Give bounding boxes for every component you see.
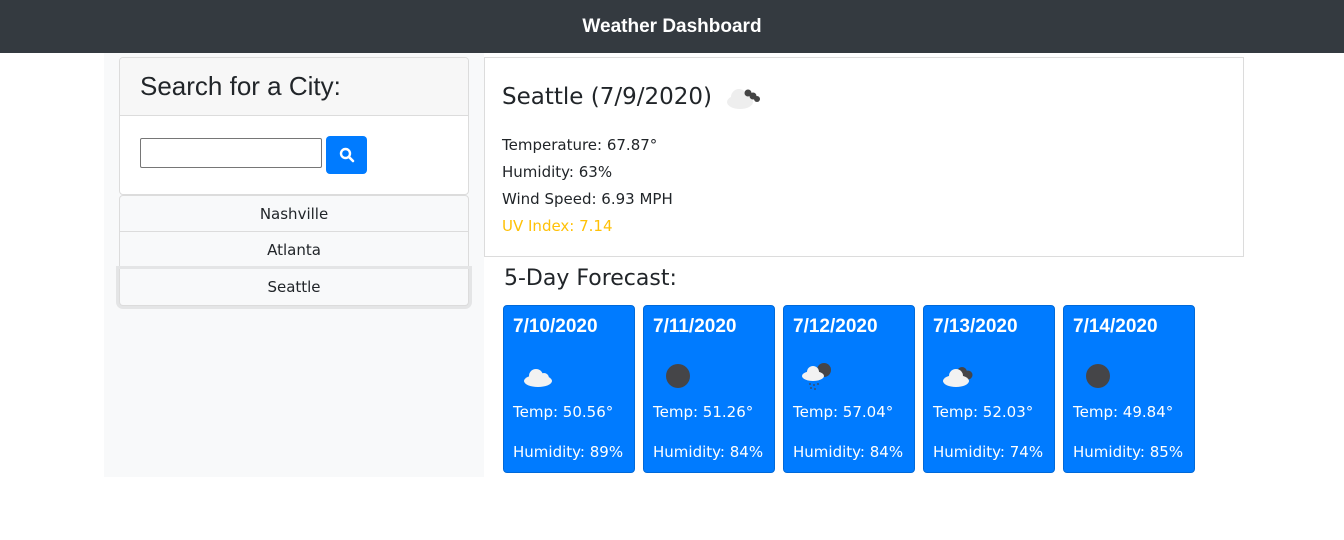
forecast-date: 7/12/2020 xyxy=(793,316,878,337)
few-clouds-icon xyxy=(524,369,552,387)
current-stats: Temperature: 67.87° Humidity: 63% Wind S… xyxy=(502,132,673,240)
forecast-humidity: Humidity: 89% xyxy=(513,443,624,461)
forecast-card: 7/14/2020 Temp: 49.84° Humidity: 85% xyxy=(1063,305,1195,473)
forecast-date: 7/10/2020 xyxy=(513,316,598,337)
search-body xyxy=(120,116,468,194)
history-item-nashville[interactable]: Nashville xyxy=(119,195,469,232)
sidebar: Search for a City: Nashville Atlanta Sea… xyxy=(104,53,484,477)
current-weather-card: Seattle (7/9/2020) Temperature: 67.87° H… xyxy=(484,57,1244,257)
clear-night-icon xyxy=(1086,364,1110,388)
broken-clouds-icon xyxy=(943,367,973,387)
search-history-list: Nashville Atlanta Seattle xyxy=(119,195,469,306)
forecast-temp: Temp: 50.56° xyxy=(513,403,614,421)
current-uv-index: UV Index: 7.14 xyxy=(502,217,613,235)
history-item-label: Atlanta xyxy=(267,241,321,259)
forecast-humidity: Humidity: 85% xyxy=(1073,443,1184,461)
current-wind-speed: Wind Speed: 6.93 MPH xyxy=(502,190,673,208)
forecast-humidity: Humidity: 84% xyxy=(793,443,904,461)
rain-night-icon xyxy=(802,363,831,390)
current-temperature: Temperature: 67.87° xyxy=(502,136,658,154)
search-icon xyxy=(339,147,354,163)
history-item-label: Nashville xyxy=(259,204,329,223)
search-card: Search for a City: xyxy=(119,57,469,195)
forecast-card: 7/13/2020 Temp: 52.03° Humidity: 74% xyxy=(923,305,1055,473)
forecast-title: 5-Day Forecast: xyxy=(504,266,677,291)
forecast-temp: Temp: 51.26° xyxy=(653,403,754,421)
forecast-card: 7/11/2020 Temp: 51.26° Humidity: 84% xyxy=(643,305,775,473)
navbar: Weather Dashboard xyxy=(0,0,1344,53)
forecast-row: 7/10/2020 Temp: 50.56° Humidity: 89% 7/1… xyxy=(503,305,1195,473)
app-title: Weather Dashboard xyxy=(582,15,762,37)
forecast-card: 7/10/2020 Temp: 50.56° Humidity: 89% xyxy=(503,305,635,473)
history-item-seattle[interactable]: Seattle xyxy=(119,269,469,306)
history-item-atlanta[interactable]: Atlanta xyxy=(119,232,469,269)
forecast-temp: Temp: 49.84° xyxy=(1073,403,1174,421)
forecast-temp: Temp: 52.03° xyxy=(933,403,1034,421)
forecast-date: 7/11/2020 xyxy=(653,316,737,337)
forecast-card: 7/12/2020 Temp: 57.04° Humidity: 84% xyxy=(783,305,915,473)
current-city-title: Seattle (7/9/2020) xyxy=(502,84,712,110)
search-title: Search for a City: xyxy=(140,71,341,101)
history-item-label: Seattle xyxy=(267,278,321,296)
current-title-row: Seattle (7/9/2020) xyxy=(502,82,764,112)
forecast-temp: Temp: 57.04° xyxy=(793,403,894,421)
city-search-input[interactable] xyxy=(140,138,322,168)
search-card-header: Search for a City: xyxy=(120,58,468,116)
forecast-humidity: Humidity: 74% xyxy=(933,443,1044,461)
forecast-humidity: Humidity: 84% xyxy=(653,443,764,461)
forecast-date: 7/13/2020 xyxy=(933,316,1018,337)
broken-clouds-icon xyxy=(726,89,760,109)
search-button[interactable] xyxy=(326,136,367,174)
current-humidity: Humidity: 63% xyxy=(502,163,613,181)
forecast-date: 7/14/2020 xyxy=(1073,316,1158,337)
clear-night-icon xyxy=(666,364,690,388)
